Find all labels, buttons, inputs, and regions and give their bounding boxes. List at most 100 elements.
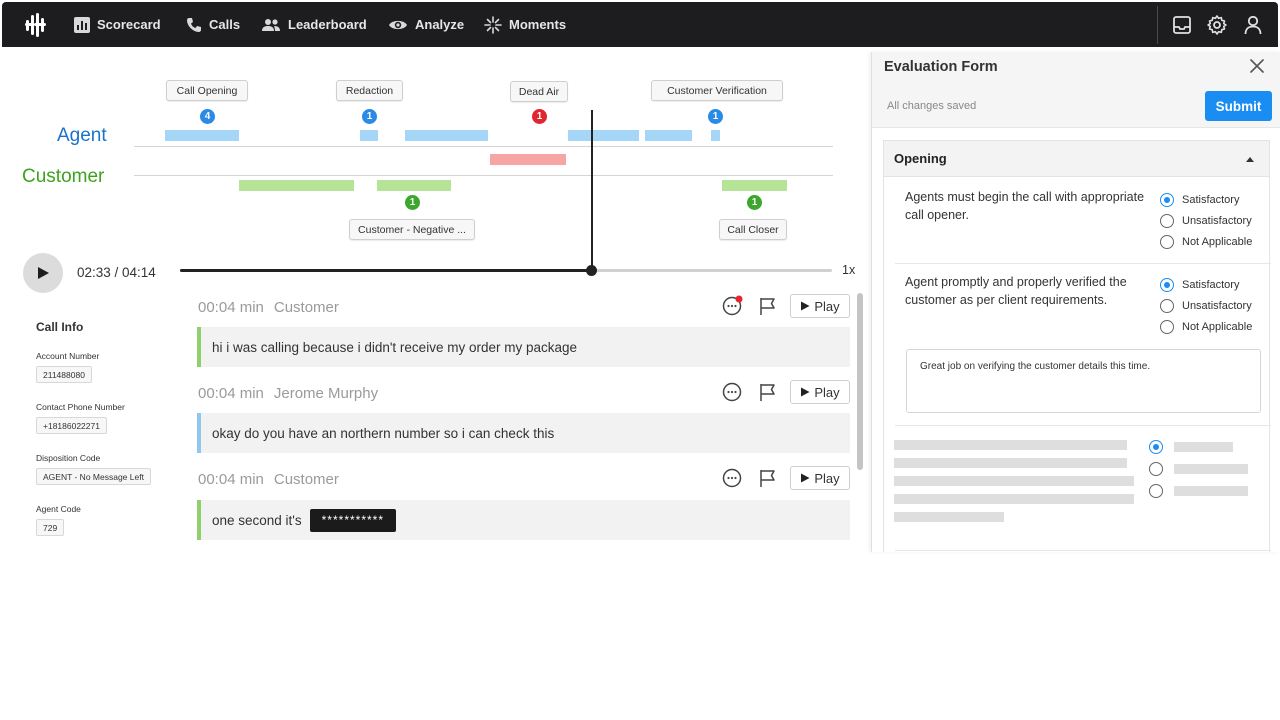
comment-field[interactable]: Great job on verifying the customer deta… xyxy=(906,349,1261,413)
utterance-text-content: hi i was calling because i didn't receiv… xyxy=(212,339,578,355)
loading-placeholder xyxy=(894,458,1127,468)
disposition-code-value: AGENT - No Message Left xyxy=(36,468,151,485)
utterance-play-button[interactable]: Play xyxy=(790,466,850,490)
app-logo-icon[interactable] xyxy=(22,11,50,39)
utterance-time: 00:04 min xyxy=(198,384,264,402)
user-icon[interactable] xyxy=(1242,14,1264,36)
customer-segment[interactable] xyxy=(377,180,451,191)
contact-phone-label: Contact Phone Number xyxy=(36,402,125,412)
account-number-label: Account Number xyxy=(36,351,100,361)
evaluation-form-title: Evaluation Form xyxy=(884,59,998,75)
placeholder-option[interactable] xyxy=(1149,440,1163,454)
seek-bar-handle[interactable] xyxy=(586,265,597,276)
gear-icon[interactable] xyxy=(1206,14,1228,36)
question-divider xyxy=(895,550,1271,551)
inbox-icon[interactable] xyxy=(1171,14,1193,36)
play-pause-button[interactable] xyxy=(23,253,63,293)
nav-leaderboard[interactable]: Leaderboard xyxy=(261,2,367,47)
option-not-applicable[interactable]: Not Applicable xyxy=(1160,235,1252,249)
collapse-caret-icon[interactable] xyxy=(1246,157,1254,162)
radio[interactable] xyxy=(1160,299,1174,313)
comment-icon[interactable] xyxy=(721,295,743,317)
nav-calls-label: Calls xyxy=(209,17,241,32)
utterance-text: hi i was calling because i didn't receiv… xyxy=(197,327,850,367)
close-icon[interactable] xyxy=(1250,59,1264,73)
radio-selected[interactable] xyxy=(1160,278,1174,292)
loading-placeholder xyxy=(894,476,1134,486)
option-not-applicable[interactable]: Not Applicable xyxy=(1160,320,1252,334)
agent-segment[interactable] xyxy=(568,130,639,141)
nav-analyze[interactable]: Analyze xyxy=(388,2,464,47)
utterance-speaker: Jerome Murphy xyxy=(273,384,379,402)
agent-code-label: Agent Code xyxy=(36,504,81,514)
option-satisfactory[interactable]: Satisfactory xyxy=(1160,193,1239,207)
flag-icon[interactable] xyxy=(757,467,779,489)
loading-placeholder xyxy=(1174,464,1248,474)
radio-selected[interactable] xyxy=(1160,193,1174,207)
agent-segment[interactable] xyxy=(711,130,720,141)
question-text: Agent promptly and properly verified the… xyxy=(905,275,1127,307)
utterance-time: 00:04 min xyxy=(198,298,264,316)
marker-count-badge: 1 xyxy=(405,195,420,210)
option-unsatisfactory[interactable]: Unsatisfactory xyxy=(1160,299,1252,313)
radio[interactable] xyxy=(1149,484,1163,498)
dead-air-segment[interactable] xyxy=(490,154,566,165)
marker-call-opening[interactable]: Call Opening xyxy=(166,80,248,101)
agent-segment[interactable] xyxy=(165,130,239,141)
loading-placeholder xyxy=(894,512,1004,522)
phone-icon xyxy=(187,17,201,32)
comment-icon[interactable] xyxy=(721,381,743,403)
playback-time: 02:33 / 04:14 xyxy=(77,265,156,280)
utterance-header: 00:04 min Customer xyxy=(198,470,339,488)
utterance-text: okay do you have an northern number so i… xyxy=(197,413,850,453)
marker-customer-verification[interactable]: Customer Verification xyxy=(651,80,783,101)
marker-count-badge: 1 xyxy=(708,109,723,124)
nav-analyze-label: Analyze xyxy=(415,17,465,32)
utterance-play-button[interactable]: Play xyxy=(790,294,850,318)
nav-scorecard[interactable]: Scorecard xyxy=(74,2,161,47)
comment-icon[interactable] xyxy=(721,467,743,489)
playback-speed[interactable]: 1x xyxy=(842,263,855,277)
option-label: Not Applicable xyxy=(1182,236,1253,248)
placeholder-option[interactable] xyxy=(1149,462,1163,476)
radio-selected[interactable] xyxy=(1149,440,1163,454)
submit-button[interactable]: Submit xyxy=(1205,91,1272,121)
utterance-speaker: Customer xyxy=(273,298,339,316)
play-icon xyxy=(38,267,49,279)
section-opening-header[interactable]: Opening xyxy=(883,140,1270,177)
marker-call-closer[interactable]: Call Closer xyxy=(719,219,787,240)
customer-segment[interactable] xyxy=(239,180,354,191)
option-satisfactory[interactable]: Satisfactory xyxy=(1160,278,1239,292)
radio[interactable] xyxy=(1160,235,1174,249)
section-title: Opening xyxy=(894,151,947,166)
nav-moments[interactable]: Moments xyxy=(484,2,566,47)
nav-calls[interactable]: Calls xyxy=(186,2,240,47)
agent-code-value: 729 xyxy=(36,519,65,536)
customer-segment[interactable] xyxy=(722,180,787,191)
account-number-value: 211488080 xyxy=(36,366,92,383)
evaluation-panel-header: Evaluation Form All changes saved Submit xyxy=(872,52,1280,128)
flag-icon[interactable] xyxy=(757,381,779,403)
play-icon xyxy=(801,301,810,311)
loading-placeholder xyxy=(1174,442,1233,452)
agent-segment[interactable] xyxy=(645,130,692,141)
marker-customer-negative[interactable]: Customer - Negative ... xyxy=(349,219,475,240)
radio[interactable] xyxy=(1160,214,1174,228)
marker-redaction[interactable]: Redaction xyxy=(336,80,403,101)
play-button-label: Play xyxy=(814,470,840,486)
option-label: Satisfactory xyxy=(1182,279,1240,291)
option-unsatisfactory[interactable]: Unsatisfactory xyxy=(1160,214,1252,228)
radio[interactable] xyxy=(1160,320,1174,334)
timeline-playhead[interactable] xyxy=(591,110,593,271)
radio[interactable] xyxy=(1149,462,1163,476)
nav-leaderboard-label: Leaderboard xyxy=(288,17,367,32)
utterance-play-button[interactable]: Play xyxy=(790,380,850,404)
agent-segment[interactable] xyxy=(360,130,378,141)
transcript-scrollbar[interactable] xyxy=(857,293,863,470)
top-nav-bar: Scorecard Calls Leaderboard Analyze Mome… xyxy=(2,2,1278,47)
placeholder-option[interactable] xyxy=(1149,484,1163,498)
agent-segment[interactable] xyxy=(405,130,488,141)
marker-dead-air[interactable]: Dead Air xyxy=(510,81,568,102)
flag-icon[interactable] xyxy=(757,295,779,317)
option-label: Unsatisfactory xyxy=(1182,300,1252,312)
